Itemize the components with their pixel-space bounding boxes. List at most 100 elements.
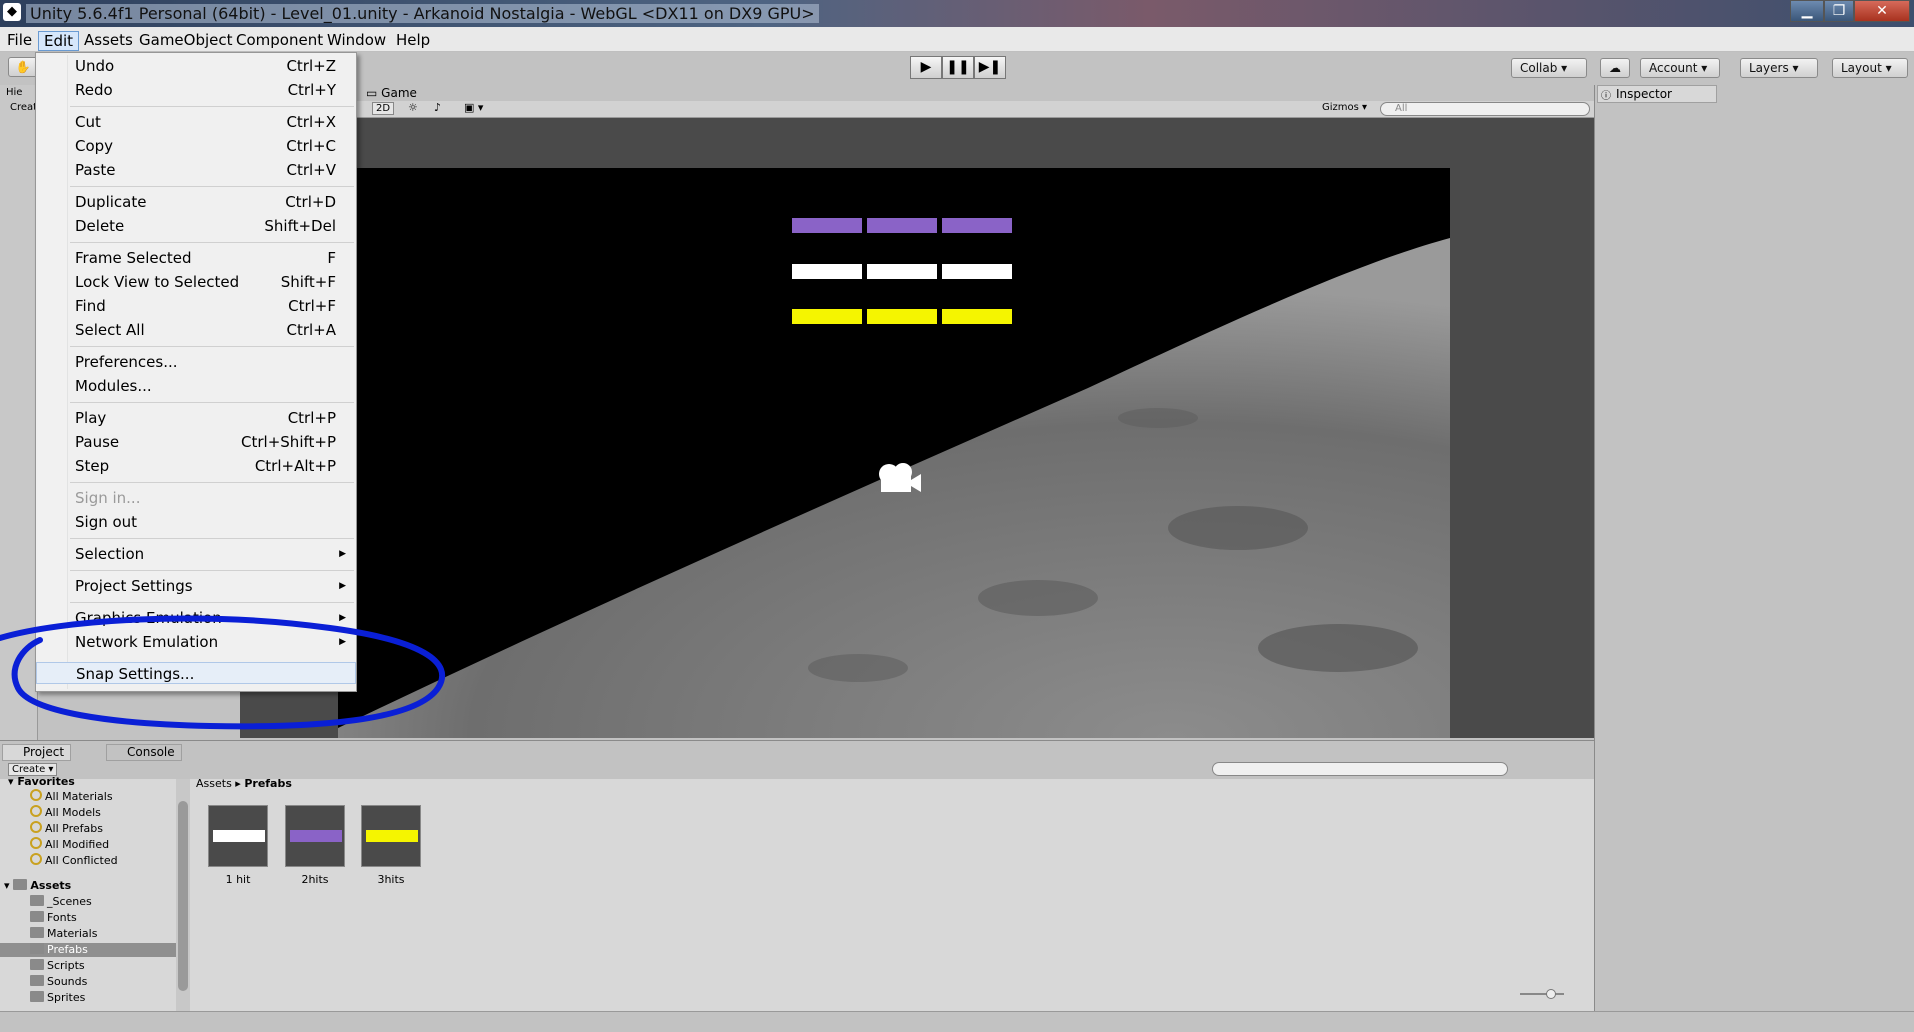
menu-edit[interactable]: Edit <box>38 31 80 51</box>
menu-item-delete[interactable]: Delete Shift+Del <box>36 215 356 237</box>
inspector-tab[interactable]: Inspector <box>1597 85 1717 103</box>
tree-item[interactable]: All Models <box>30 805 101 820</box>
prefab-thumbnail[interactable] <box>208 805 268 867</box>
brick-purple-3 <box>942 218 1012 233</box>
tree-item[interactable]: Scripts <box>30 959 85 973</box>
assets-header[interactable]: ▾ Assets <box>4 879 71 893</box>
breadcrumb-prefabs[interactable]: Prefabs <box>244 777 292 790</box>
tree-item[interactable]: Sounds <box>30 975 87 989</box>
status-bar <box>0 1011 1914 1032</box>
tree-scrollbar-thumb[interactable] <box>178 801 188 991</box>
tree-item[interactable]: Materials <box>30 927 97 941</box>
account-dropdown[interactable]: Account ▾ <box>1640 58 1720 78</box>
layers-label: Layers <box>1749 61 1789 75</box>
menu-item-frame-selected[interactable]: Frame Selected F <box>36 247 356 269</box>
menu-component[interactable]: Component <box>231 31 328 51</box>
menu-item-label: Undo <box>75 57 115 75</box>
tree-item[interactable]: All Prefabs <box>30 821 103 836</box>
search-favorite-icon <box>30 789 42 801</box>
2d-toggle[interactable]: 2D <box>372 102 395 115</box>
menu-item-pause[interactable]: Pause Ctrl+Shift+P <box>36 431 356 453</box>
menu-item-sign-in[interactable]: Sign in... <box>36 487 356 509</box>
menu-item-copy[interactable]: Copy Ctrl+C <box>36 135 356 157</box>
menu-item-undo[interactable]: Undo Ctrl+Z <box>36 55 356 77</box>
audio-icon[interactable]: ♪ <box>434 101 441 114</box>
menu-item-network-emulation[interactable]: Network Emulation ▶ <box>36 631 356 653</box>
thumbnail-size-slider[interactable] <box>1520 989 1564 999</box>
cloud-icon[interactable]: ☁ <box>1600 58 1630 78</box>
tree-item-label: Materials <box>47 927 98 940</box>
gizmos-dropdown[interactable]: Gizmos ▾ <box>1322 102 1367 113</box>
game-toolbar: 2D ☼ ♪ ▣ ▾ Gizmos ▾ All <box>340 101 1594 118</box>
menu-item-find[interactable]: Find Ctrl+F <box>36 295 356 317</box>
menu-item-duplicate[interactable]: Duplicate Ctrl+D <box>36 191 356 213</box>
console-tab[interactable]: Console <box>106 744 182 761</box>
hierarchy-create[interactable]: Creat <box>10 102 37 113</box>
menu-item-preferences[interactable]: Preferences... <box>36 351 356 373</box>
breadcrumb-assets[interactable]: Assets <box>196 777 232 790</box>
menu-item-play[interactable]: Play Ctrl+P <box>36 407 356 429</box>
tree-item[interactable]: All Conflicted <box>30 853 118 868</box>
game-tab-strip: ▭ Game <box>340 85 1594 101</box>
game-canvas[interactable] <box>338 168 1450 738</box>
tree-item-label: All Conflicted <box>45 854 118 867</box>
prefab-thumbnail[interactable] <box>285 805 345 867</box>
tree-scrollbar[interactable] <box>176 779 190 1011</box>
menu-item-lock-view[interactable]: Lock View to Selected Shift+F <box>36 271 356 293</box>
layers-dropdown[interactable]: Layers ▾ <box>1740 58 1818 78</box>
close-button[interactable]: ✕ <box>1854 0 1910 22</box>
moon-surface <box>338 238 1450 738</box>
project-tree: ▾ Favorites All Materials All Models All… <box>0 775 190 1011</box>
collab-dropdown[interactable]: Collab ▾ <box>1511 58 1587 78</box>
brick-white-1 <box>792 264 862 279</box>
game-tab[interactable]: ▭ Game <box>366 86 417 100</box>
menu-help[interactable]: Help <box>391 31 435 51</box>
slider-handle[interactable] <box>1546 989 1556 999</box>
menu-window[interactable]: Window <box>322 31 391 51</box>
project-tab[interactable]: Project <box>2 744 72 761</box>
step-button[interactable]: ▶❚ <box>974 56 1006 79</box>
minimize-button[interactable]: ▁ <box>1790 0 1824 22</box>
tree-item[interactable]: Fonts <box>30 911 77 925</box>
scene-search-input[interactable]: All <box>1380 102 1590 116</box>
menu-item-cut[interactable]: Cut Ctrl+X <box>36 111 356 133</box>
tree-item-selected[interactable]: Prefabs <box>0 943 176 957</box>
tree-item[interactable]: All Materials <box>30 789 113 804</box>
menu-item-graphics-emulation[interactable]: Graphics Emulation ▶ <box>36 607 356 629</box>
layout-dropdown[interactable]: Layout ▾ <box>1832 58 1908 78</box>
menu-item-selection[interactable]: Selection ▶ <box>36 543 356 565</box>
effects-icon[interactable]: ▣ ▾ <box>464 101 483 114</box>
hand-tool-icon[interactable]: ✋ <box>8 57 38 77</box>
menu-item-label: Frame Selected <box>75 249 192 267</box>
project-search-input[interactable] <box>1212 762 1508 776</box>
play-button[interactable]: ▶ <box>910 56 942 79</box>
prefab-thumbnail[interactable] <box>361 805 421 867</box>
menu-item-paste[interactable]: Paste Ctrl+V <box>36 159 356 181</box>
tree-item[interactable]: All Modified <box>30 837 109 852</box>
folder-icon <box>30 911 44 922</box>
tree-item[interactable]: Sprites <box>30 991 85 1005</box>
account-label: Account <box>1649 61 1698 75</box>
menu-item-shortcut: Shift+F <box>280 273 336 291</box>
pause-button[interactable]: ❚❚ <box>942 56 974 79</box>
menu-item-snap-settings[interactable]: Snap Settings... <box>36 662 356 684</box>
menu-gameobject[interactable]: GameObject <box>134 31 238 51</box>
menu-item-modules[interactable]: Modules... <box>36 375 356 397</box>
menu-item-label: Find <box>75 297 106 315</box>
menu-item-step[interactable]: Step Ctrl+Alt+P <box>36 455 356 477</box>
menu-file[interactable]: File <box>2 31 37 51</box>
menu-item-select-all[interactable]: Select All Ctrl+A <box>36 319 356 341</box>
camera-gizmo-icon <box>879 463 921 492</box>
menu-assets[interactable]: Assets <box>79 31 138 51</box>
menu-item-sign-out[interactable]: Sign out <box>36 511 356 533</box>
hierarchy-tab[interactable]: Hie <box>6 87 22 98</box>
inspector-tab-label: Inspector <box>1616 87 1672 101</box>
favorites-header[interactable]: ▾ Favorites <box>8 775 75 789</box>
lighting-icon[interactable]: ☼ <box>408 101 418 114</box>
menu-item-project-settings[interactable]: Project Settings ▶ <box>36 575 356 597</box>
hierarchy-panel: Hie Creat <box>0 85 38 740</box>
menu-separator <box>70 602 354 603</box>
menu-item-redo[interactable]: Redo Ctrl+Y <box>36 79 356 101</box>
tree-item[interactable]: _Scenes <box>30 895 92 909</box>
maximize-button[interactable]: ❐ <box>1824 0 1854 22</box>
